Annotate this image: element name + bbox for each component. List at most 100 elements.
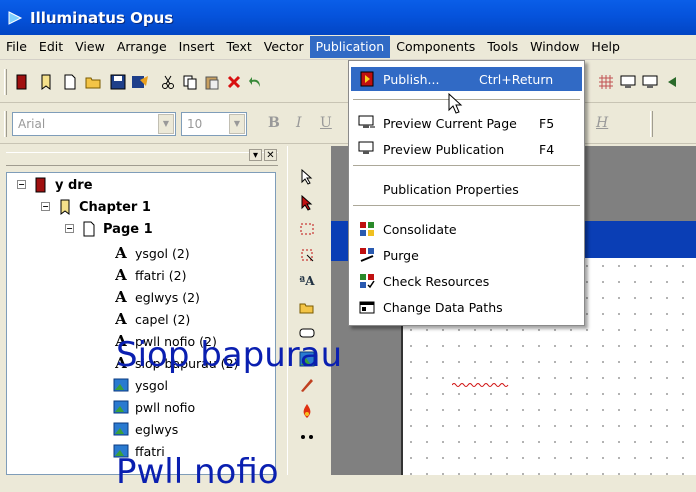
menu-separator: [353, 165, 580, 166]
consolidate-icon: [357, 220, 377, 238]
new-chapter-icon[interactable]: [36, 72, 56, 92]
tree-label: eglwys (2): [135, 289, 200, 305]
menu-item-change-data-paths[interactable]: Change Data Paths: [351, 295, 582, 319]
preview-page-toolbar-icon[interactable]: [618, 72, 638, 92]
tree-label: ffatri (2): [135, 267, 187, 283]
tree-item[interactable]: ysgol: [113, 375, 168, 395]
bold-button[interactable]: B: [268, 115, 280, 131]
menu-item-check-resources[interactable]: Check Resources: [351, 269, 582, 293]
chevron-down-icon[interactable]: ▼: [229, 114, 245, 134]
panel-menu-button[interactable]: ▾: [249, 149, 262, 161]
tree-node-page[interactable]: − Page 1: [65, 219, 153, 239]
collapse-icon[interactable]: −: [17, 180, 26, 189]
pointer-tool-icon[interactable]: [296, 166, 318, 188]
fill-tool-icon[interactable]: [296, 400, 318, 422]
menu-item-preview-publication[interactable]: Preview Publication F4: [351, 137, 582, 161]
marquee-tool-icon[interactable]: [296, 218, 318, 240]
preview-publication-toolbar-icon[interactable]: [640, 72, 660, 92]
grid-icon[interactable]: [596, 72, 616, 92]
menu-help[interactable]: Help: [585, 36, 626, 58]
save-icon[interactable]: [108, 72, 128, 92]
panel-close-button[interactable]: ✕: [264, 149, 277, 161]
toolbar-grip[interactable]: [650, 111, 653, 137]
canvas-text-pwll-nofio[interactable]: Pwll nofio: [116, 452, 279, 492]
tree-item[interactable]: A capel (2): [113, 309, 190, 329]
collapse-icon[interactable]: −: [41, 202, 50, 211]
menu-window[interactable]: Window: [524, 36, 585, 58]
font-name-combo[interactable]: Arial ▼: [12, 112, 176, 136]
tree-item[interactable]: A eglwys (2): [113, 287, 200, 307]
menu-components[interactable]: Components: [390, 36, 481, 58]
toolbar-grip[interactable]: [4, 111, 7, 137]
tree-item[interactable]: pwll nofio: [113, 397, 195, 417]
text-object-icon: A: [115, 310, 127, 328]
menu-vector[interactable]: Vector: [258, 36, 310, 58]
menu-publication[interactable]: Publication: [309, 36, 391, 58]
tree-label: pwll nofio: [135, 399, 196, 415]
picture-object-icon: [113, 421, 129, 437]
paste-icon[interactable]: [202, 72, 222, 92]
canvas-text-siop-bapurau[interactable]: Siop bapurau: [116, 335, 342, 375]
structure-panel: ▾ ✕ − y dre − Chapter 1 − Page 1 A ysgol…: [0, 146, 283, 475]
tree-label: Chapter 1: [79, 199, 151, 215]
preview-page-icon: [357, 114, 377, 132]
save-all-icon[interactable]: [130, 72, 150, 92]
delete-icon[interactable]: [224, 72, 244, 92]
tree-label: ysgol: [135, 377, 168, 393]
collapse-icon[interactable]: −: [65, 224, 74, 233]
check-resources-icon: [357, 272, 377, 290]
font-name-value: Arial: [18, 117, 46, 131]
italic-button[interactable]: I: [296, 115, 302, 131]
tree-item[interactable]: A ysgol (2): [113, 243, 189, 263]
tree-item[interactable]: A ffatri (2): [113, 265, 186, 285]
crop-tool-icon[interactable]: [296, 244, 318, 266]
menu-item-publish[interactable]: Publish... Ctrl+Return: [351, 67, 582, 91]
cut-icon[interactable]: [158, 72, 178, 92]
menu-text[interactable]: Text: [221, 36, 258, 58]
new-page-icon[interactable]: [60, 72, 80, 92]
tree-label: eglwys: [135, 421, 179, 437]
underline-button[interactable]: U: [320, 115, 332, 131]
tree-label: Page 1: [103, 221, 153, 237]
more-tools-icon[interactable]: [296, 426, 318, 448]
change-data-paths-icon: [357, 298, 377, 316]
menu-insert[interactable]: Insert: [173, 36, 221, 58]
back-arrow-icon[interactable]: [662, 72, 682, 92]
copy-icon[interactable]: [180, 72, 200, 92]
purge-icon: [357, 246, 377, 264]
structure-tree[interactable]: − y dre − Chapter 1 − Page 1 A ysgol (2)…: [6, 172, 276, 475]
select-tool-icon[interactable]: [296, 192, 318, 214]
menu-view[interactable]: View: [69, 36, 111, 58]
page-icon: [81, 221, 97, 237]
italic-underline-button[interactable]: H: [596, 115, 608, 131]
tree-node-root[interactable]: − y dre: [17, 175, 93, 195]
tree-node-chapter[interactable]: − Chapter 1: [41, 197, 151, 217]
new-publication-icon[interactable]: [12, 72, 32, 92]
menu-file[interactable]: File: [0, 36, 33, 58]
tools-palette: ªA: [287, 146, 327, 475]
chevron-down-icon[interactable]: ▼: [158, 114, 174, 134]
font-size-value: 10: [187, 117, 203, 131]
menu-arrange[interactable]: Arrange: [111, 36, 173, 58]
text-tool-icon[interactable]: ªA: [296, 270, 318, 292]
new-object-icon[interactable]: [296, 296, 318, 318]
picture-object-icon: [113, 377, 129, 393]
open-folder-icon[interactable]: [84, 72, 104, 92]
menu-item-consolidate[interactable]: Consolidate: [351, 217, 582, 241]
menu-edit[interactable]: Edit: [33, 36, 69, 58]
text-object-icon: A: [115, 266, 127, 284]
spellcheck-squiggle: [452, 383, 509, 387]
toolbar-grip[interactable]: [4, 69, 7, 95]
menu-item-preview-current-page[interactable]: Preview Current Page F5: [351, 111, 582, 135]
menu-tools[interactable]: Tools: [481, 36, 524, 58]
panel-buttons: ▾ ✕: [249, 149, 277, 161]
tree-label: y dre: [55, 177, 93, 193]
publication-menu: Publish... Ctrl+Return Preview Current P…: [348, 60, 585, 326]
chapter-icon: [57, 199, 73, 215]
menu-item-publication-properties[interactable]: Publication Properties: [351, 177, 582, 201]
font-size-combo[interactable]: 10 ▼: [181, 112, 247, 136]
pen-tool-icon[interactable]: [296, 374, 318, 396]
menu-item-purge[interactable]: Purge: [351, 243, 582, 267]
undo-icon[interactable]: [246, 72, 266, 92]
tree-item[interactable]: eglwys: [113, 419, 178, 439]
